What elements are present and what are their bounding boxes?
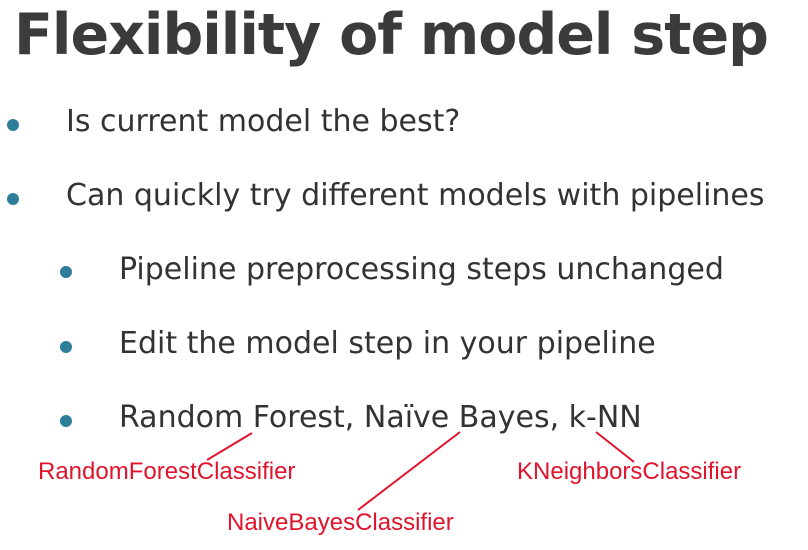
random-forest-connector <box>206 432 253 461</box>
naive-bayes-connector <box>357 431 461 511</box>
naive-bayes-annotation: NaiveBayesClassifier <box>227 509 454 536</box>
random-forest-annotation: RandomForestClassifier <box>38 458 296 485</box>
knn-annotation: KNeighborsClassifier <box>517 458 742 485</box>
